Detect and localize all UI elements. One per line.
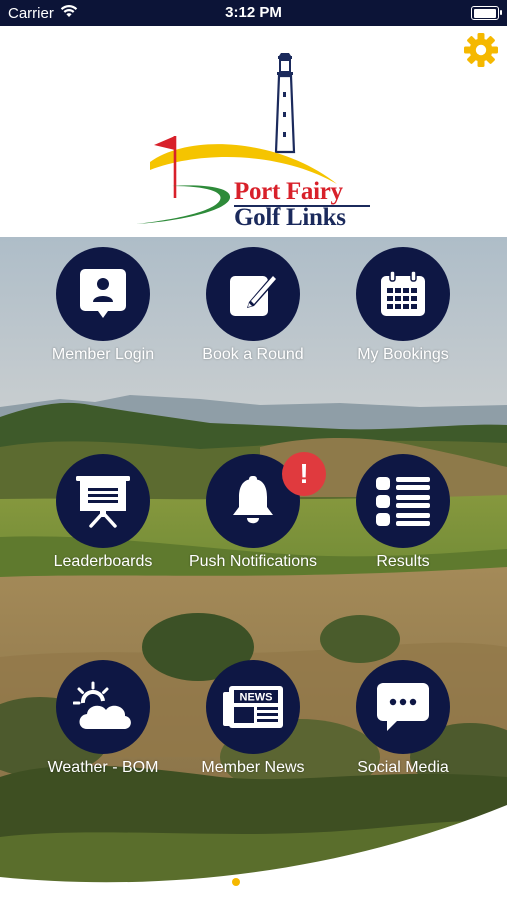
tile-label: Member News	[201, 759, 305, 776]
lighthouse-icon	[274, 53, 296, 154]
tile-book-a-round[interactable]: Book a Round	[178, 237, 328, 407]
logo-title-line2: Golf Links	[234, 204, 346, 231]
tile-circle	[56, 660, 150, 754]
page-indicator-dot[interactable]	[232, 878, 240, 886]
newspaper-icon: NEWS	[223, 686, 283, 728]
tile-circle	[56, 247, 150, 341]
battery-icon	[471, 6, 502, 20]
chat-bubble-icon	[377, 683, 429, 731]
tile-label: Book a Round	[202, 346, 304, 363]
tile-label: Leaderboards	[53, 553, 153, 570]
tile-social-media[interactable]: Social Media	[328, 650, 478, 820]
tile-weather[interactable]: Weather - BOM	[28, 650, 178, 820]
partly-cloudy-icon	[73, 681, 131, 729]
tile-label: Weather - BOM	[47, 759, 159, 776]
member-id-icon	[80, 269, 126, 318]
list-icon	[376, 477, 430, 526]
gear-icon	[464, 33, 498, 67]
bell-icon	[233, 476, 273, 524]
tile-my-bookings[interactable]: My Bookings	[328, 237, 478, 407]
tile-label: Results	[376, 553, 430, 570]
battery-fill	[473, 8, 496, 18]
presentation-board-icon	[76, 476, 130, 528]
calendar-icon	[381, 270, 425, 316]
notification-badge: !	[282, 452, 326, 496]
tile-leaderboards[interactable]: Leaderboards	[28, 444, 178, 614]
status-time: 3:12 PM	[225, 4, 282, 21]
logo-title-line1: Port Fairy	[234, 178, 343, 205]
tile-label: Social Media	[357, 759, 449, 776]
news-icon-text: NEWS	[240, 692, 273, 704]
tile-member-news[interactable]: NEWS Member News	[178, 650, 328, 820]
tile-push-notifications[interactable]: ! Push Notifications	[178, 444, 328, 614]
status-bar: Carrier 3:12 PM	[0, 0, 507, 26]
tile-circle	[356, 660, 450, 754]
tile-label: Push Notifications	[188, 553, 318, 570]
tile-circle: NEWS	[206, 660, 300, 754]
edit-pencil-icon	[230, 274, 278, 316]
tile-circle	[356, 454, 450, 548]
tile-circle	[56, 454, 150, 548]
settings-button[interactable]	[463, 32, 499, 68]
tile-label: Member Login	[51, 346, 155, 363]
tile-circle	[356, 247, 450, 341]
tile-label: My Bookings	[357, 346, 449, 363]
tile-results[interactable]: Results	[328, 444, 478, 614]
tile-circle	[206, 247, 300, 341]
tile-member-login[interactable]: Member Login	[28, 237, 178, 407]
app-header: Port Fairy Golf Links	[0, 26, 507, 237]
